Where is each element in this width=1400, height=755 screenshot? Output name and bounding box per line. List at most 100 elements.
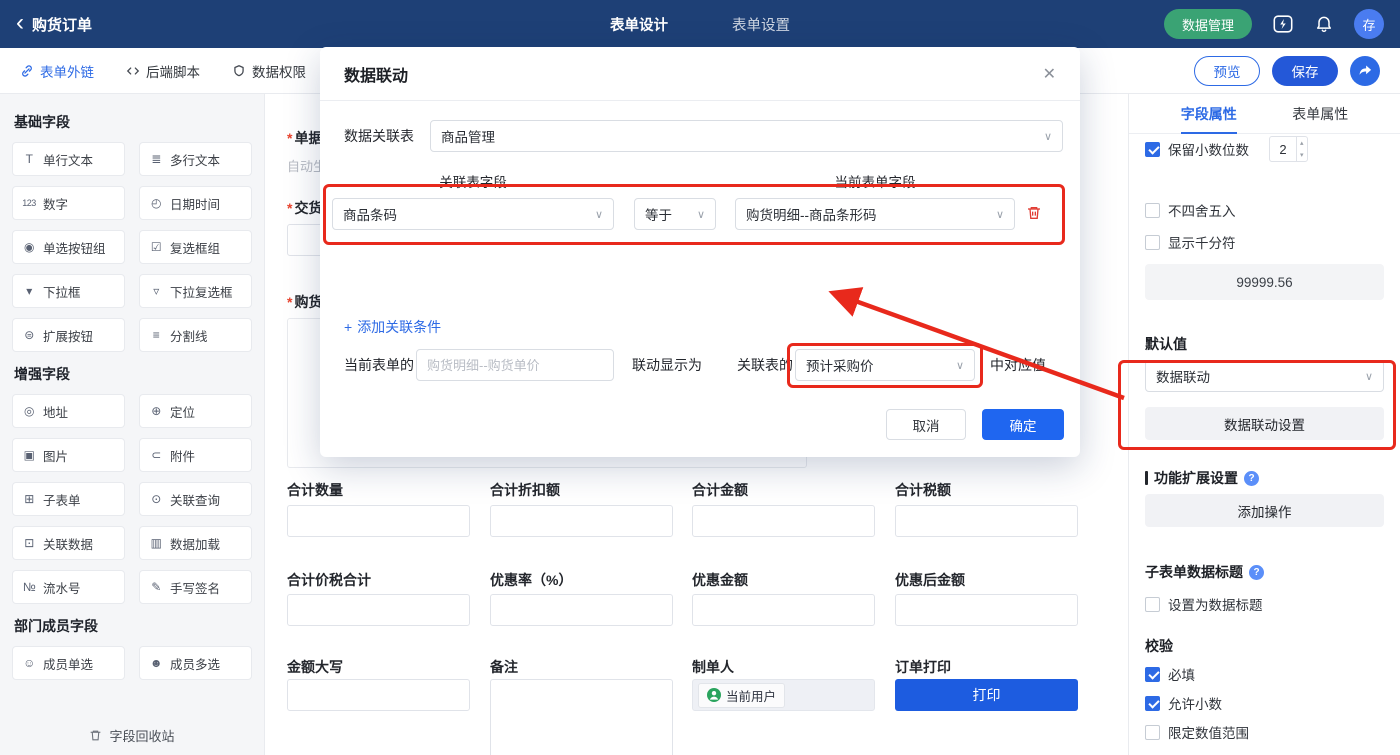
field-item-location[interactable]: ⊕ 定位 xyxy=(139,394,252,428)
tab-form-properties[interactable]: 表单属性 xyxy=(1292,94,1348,133)
checkbox-set-data-title[interactable] xyxy=(1145,596,1160,612)
field-item-label: 扩展按钮 xyxy=(43,329,94,344)
field-item-divider[interactable]: ≡ 分割线 xyxy=(139,318,252,352)
field-item-related-data[interactable]: ⊡ 关联数据 xyxy=(12,526,125,560)
condition-target-select[interactable]: 购货明细--商品条形码 ∨ xyxy=(735,198,1015,230)
preview-button[interactable]: 预览 xyxy=(1194,55,1260,86)
total-discount-input[interactable] xyxy=(490,505,673,537)
related-data-icon: ⊡ xyxy=(24,536,34,550)
current-field-input[interactable] xyxy=(416,349,614,381)
confirm-button[interactable]: 确定 xyxy=(982,409,1064,440)
field-item-number[interactable]: 123 数字 xyxy=(12,186,125,220)
discount-rate-input[interactable] xyxy=(490,594,673,626)
discount-amount-input[interactable] xyxy=(692,594,875,626)
select-value: 数据联动 xyxy=(1156,370,1210,385)
data-linkage-setting-button[interactable]: 数据联动设置 xyxy=(1145,407,1384,440)
title-text: 校验 xyxy=(1145,638,1173,654)
checkbox-limit-range[interactable] xyxy=(1145,724,1160,740)
field-item-address[interactable]: ◎ 地址 xyxy=(12,394,125,428)
recycle-bin[interactable]: 字段回收站 xyxy=(0,726,264,745)
field-item-member-single[interactable]: ☺ 成员单选 xyxy=(12,646,125,680)
field-item-serial-number[interactable]: № 流水号 xyxy=(12,570,125,604)
decimal-stepper[interactable]: 2 ▴ ▾ xyxy=(1269,136,1308,162)
field-item-multi-line-text[interactable]: ≣ 多行文本 xyxy=(139,142,252,176)
after-discount-input[interactable] xyxy=(895,594,1078,626)
checkbox-thousand-separator[interactable] xyxy=(1145,234,1160,250)
field-item-label: 关联查询 xyxy=(170,493,221,508)
chevron-down-icon: ∨ xyxy=(995,208,1004,221)
checkbox-keep-decimal[interactable] xyxy=(1145,141,1160,157)
tab-form-settings[interactable]: 表单设置 xyxy=(732,14,790,35)
toolbar-item-backend-script[interactable]: 后端脚本 xyxy=(126,61,200,81)
select-value: 等于 xyxy=(645,208,672,223)
tab-form-design[interactable]: 表单设计 xyxy=(610,14,668,35)
stepper-value: 2 xyxy=(1279,141,1287,157)
field-item-label: 多行文本 xyxy=(170,153,221,168)
field-item-dropdown-multi[interactable]: ▿ 下拉复选框 xyxy=(139,274,252,308)
add-action-button[interactable]: 添加操作 xyxy=(1145,494,1384,527)
people-icon: ☻ xyxy=(149,656,163,670)
field-item-attachment[interactable]: ⊂ 附件 xyxy=(139,438,252,472)
format-preview: 99999.56 xyxy=(1145,264,1384,300)
option-label: 限定数值范围 xyxy=(1168,726,1249,741)
field-item-checkbox-group[interactable]: ☑ 复选框组 xyxy=(139,230,252,264)
field-item-dropdown[interactable]: ▾ 下拉框 xyxy=(12,274,125,308)
checkbox-no-rounding[interactable] xyxy=(1145,202,1160,218)
total-quantity-input[interactable] xyxy=(287,505,470,537)
print-button[interactable]: 打印 xyxy=(895,679,1078,711)
field-item-label: 下拉框 xyxy=(43,285,81,300)
stepper-down-icon[interactable]: ▾ xyxy=(1297,149,1307,161)
toolbar-item-external-link[interactable]: 表单外链 xyxy=(20,61,94,81)
data-linkage-modal: 数据联动 ✕ 数据关联表 商品管理 ∨ 关联表字段 当前表单字段 商品条码 ∨ … xyxy=(320,47,1080,457)
help-icon[interactable]: ? xyxy=(1249,564,1264,580)
related-field-select[interactable]: 预计采购价 ∨ xyxy=(795,349,975,381)
related-table-label: 数据关联表 xyxy=(344,128,414,144)
delete-condition-icon[interactable] xyxy=(1026,205,1042,221)
field-item-signature[interactable]: ✎ 手写签名 xyxy=(139,570,252,604)
field-item-date-time[interactable]: ◴ 日期时间 xyxy=(139,186,252,220)
checkbox-allow-decimal[interactable] xyxy=(1145,695,1160,711)
default-value-select[interactable]: 数据联动 ∨ xyxy=(1145,360,1384,392)
total-amount-input[interactable] xyxy=(692,505,875,537)
condition-field-select[interactable]: 商品条码 ∨ xyxy=(332,198,614,230)
field-label-total-with-tax: 合计价税合计 xyxy=(287,572,371,588)
field-item-subform[interactable]: ⊞ 子表单 xyxy=(12,482,125,516)
field-item-data-load[interactable]: ▥ 数据加载 xyxy=(139,526,252,560)
add-condition-link[interactable]: + 添加关联条件 xyxy=(344,317,441,337)
remark-textarea[interactable] xyxy=(490,679,673,755)
add-condition-label: 添加关联条件 xyxy=(357,319,442,335)
option-label: 保留小数位数 xyxy=(1168,143,1249,158)
stepper-up-icon[interactable]: ▴ xyxy=(1297,137,1307,149)
quick-action-icon[interactable] xyxy=(1272,13,1294,35)
field-item-lookup-query[interactable]: ⊙ 关联查询 xyxy=(139,482,252,516)
field-item-single-line-text[interactable]: T 单行文本 xyxy=(12,142,125,176)
tab-field-properties[interactable]: 字段属性 xyxy=(1180,94,1237,134)
toolbar-item-label: 后端脚本 xyxy=(146,64,200,80)
toolbar-item-data-permission[interactable]: 数据权限 xyxy=(232,61,306,81)
total-tax-input[interactable] xyxy=(895,505,1078,537)
field-item-member-multi[interactable]: ☻ 成员多选 xyxy=(139,646,252,680)
lookup-icon: ⊙ xyxy=(151,492,161,506)
person-badge-icon xyxy=(707,688,721,702)
condition-operator-select[interactable]: 等于 ∨ xyxy=(634,198,716,230)
total-with-tax-input[interactable] xyxy=(287,594,470,626)
field-item-extend-button[interactable]: ⊜ 扩展按钮 xyxy=(12,318,125,352)
multi-line-text-icon: ≣ xyxy=(151,152,161,166)
current-user-tag[interactable]: 当前用户 xyxy=(698,682,786,708)
field-label-remark: 备注 xyxy=(490,659,518,675)
field-item-radio-group[interactable]: ◉ 单选按钮组 xyxy=(12,230,125,264)
help-icon[interactable]: ? xyxy=(1244,470,1259,486)
avatar[interactable]: 存 xyxy=(1354,9,1384,39)
validation-title: 校验 xyxy=(1145,636,1384,656)
data-manage-button[interactable]: 数据管理 xyxy=(1163,9,1252,39)
amount-in-words-input[interactable] xyxy=(287,679,470,711)
related-table-select[interactable]: 商品管理 ∨ xyxy=(430,120,1063,152)
back-icon[interactable]: ‹ xyxy=(16,10,24,35)
close-icon[interactable]: ✕ xyxy=(1043,64,1056,84)
cancel-button[interactable]: 取消 xyxy=(886,409,966,440)
save-button[interactable]: 保存 xyxy=(1272,55,1338,86)
share-icon[interactable] xyxy=(1350,55,1380,86)
field-item-image[interactable]: ▣ 图片 xyxy=(12,438,125,472)
bell-icon[interactable] xyxy=(1314,14,1334,34)
checkbox-required[interactable] xyxy=(1145,666,1160,682)
